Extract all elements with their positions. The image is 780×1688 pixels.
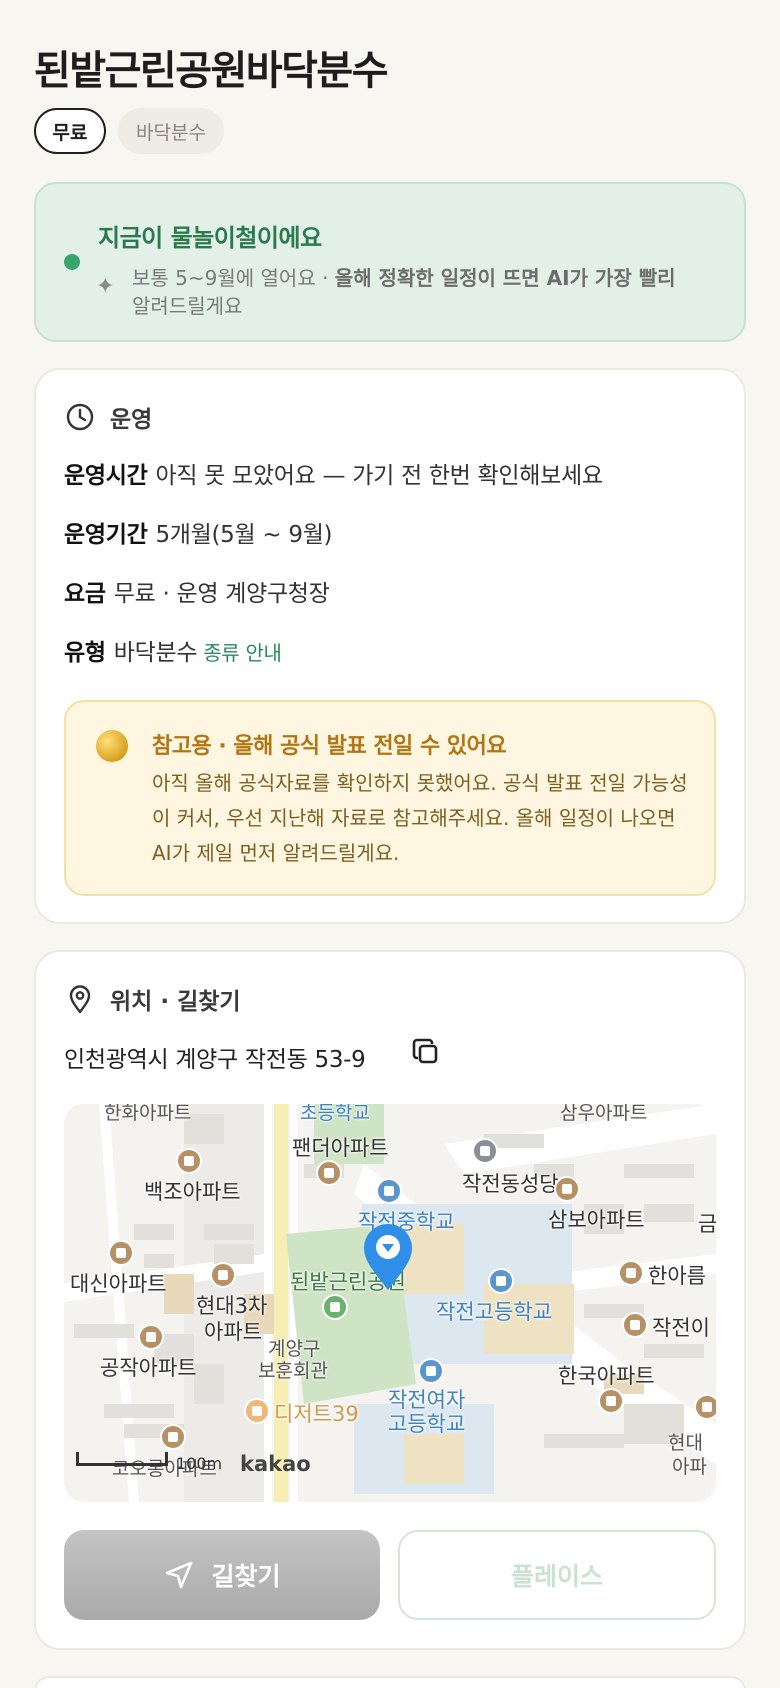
church-icon — [472, 1138, 498, 1164]
school-icon — [488, 1268, 514, 1294]
map-label-daesin: 대신아파트 — [70, 1272, 167, 1296]
place-button-label: 플레이스 — [510, 1562, 603, 1591]
navigation-arrow-icon — [166, 1561, 193, 1589]
place-button[interactable]: 플레이스 — [398, 1530, 716, 1620]
map-label-girls-hs-2: 고등학교 — [388, 1412, 466, 1436]
map-scale-bar — [76, 1452, 168, 1466]
next-section-card — [34, 1676, 746, 1688]
map-label-pandeo: 팬더아파트 — [292, 1136, 389, 1160]
location-map[interactable]: 한화아파트 초등학교 삼우아파트 팬더아파트 백조아파트 작전동성당 작전중학교… — [64, 1104, 716, 1502]
map-label-hyundai3b: 아파트 — [204, 1320, 262, 1344]
map-label-top-school: 초등학교 — [300, 1104, 370, 1124]
location-pin-icon — [69, 985, 91, 1014]
apartment-icon — [554, 1176, 580, 1202]
location-heading-label: 위치 · 길찾기 — [110, 989, 241, 1015]
status-dot-icon — [64, 254, 80, 270]
map-label-sambo: 삼보아파트 — [548, 1208, 645, 1232]
directions-button[interactable]: 길찾기 — [64, 1530, 380, 1620]
season-banner: 지금이 물놀이철이에요 ✦ 보통 5~9월에 열어요 · 올해 정확한 일정이 … — [34, 182, 746, 342]
season-subtext-tail: 알려드릴게요 — [132, 294, 243, 318]
type-row: 유형 바닥분수 종류 안내 — [64, 633, 282, 667]
season-headline: 지금이 물놀이철이에요 — [98, 224, 322, 252]
map-scale-label: 100m — [176, 1454, 223, 1473]
season-subtext-normal: 보통 5~9월에 열어요 · — [132, 266, 335, 290]
clock-icon — [66, 403, 94, 431]
season-subtext: 보통 5~9월에 열어요 · 올해 정확한 일정이 뜨면 AI가 가장 빨리 알… — [132, 264, 722, 320]
school-icon — [376, 1178, 402, 1204]
fee-row: 요금 무료 · 운영 계양구청장 — [64, 574, 330, 608]
fee-key: 요금 — [64, 581, 106, 607]
apartment-icon — [160, 1424, 186, 1450]
reference-notice: 참고용 · 올해 공식 발표 전일 수 있어요 아직 올해 공식자료를 확인하지… — [64, 700, 716, 896]
apartment-icon — [316, 1160, 342, 1186]
tree-icon — [322, 1294, 348, 1320]
apartment-icon — [598, 1388, 624, 1414]
type-guide-link[interactable]: 종류 안내 — [203, 641, 282, 665]
apartment-icon — [210, 1262, 236, 1288]
operation-heading: 운영 — [64, 400, 152, 434]
map-label-cafe: 디저트39 — [274, 1402, 359, 1426]
season-subtext-bold: 올해 정확한 일정이 뜨면 AI가 가장 빨리 — [334, 266, 676, 290]
location-card: 위치 · 길찾기 인천광역시 계양구 작전동 53-9 한화아파트 초등학교 삼… — [34, 950, 746, 1650]
type-chip[interactable]: 바닥분수 — [118, 108, 224, 154]
map-label-top-left: 한화아파트 — [104, 1104, 192, 1124]
map-label-hyundai-right-1: 현대 — [668, 1432, 703, 1454]
apartment-icon — [108, 1240, 134, 1266]
map-label-veterans-2: 보훈회관 — [258, 1360, 328, 1382]
hours-key: 운영시간 — [64, 463, 148, 489]
cafe-icon — [244, 1398, 270, 1424]
map-label-baekjo: 백조아파트 — [144, 1180, 241, 1204]
map-marker-icon[interactable] — [362, 1222, 414, 1292]
school-icon — [418, 1358, 444, 1384]
fee-value: 무료 · 운영 계양구청장 — [113, 581, 330, 607]
operation-card: 운영 운영시간 아직 못 모았어요 — 가기 전 한번 확인해보세요 운영기간 5개… — [34, 368, 746, 924]
notice-title: 참고용 · 올해 공식 발표 전일 수 있어요 — [152, 734, 507, 759]
map-label-hyundai-right-2: 아파 — [672, 1456, 707, 1478]
price-chip[interactable]: 무료 — [34, 108, 106, 154]
map-label-jakjeon-right: 작전이 — [652, 1316, 710, 1340]
map-label-hanareum: 한아름 — [648, 1264, 706, 1288]
type-value: 바닥분수 — [113, 640, 198, 666]
period-value: 5개월(5월 ~ 9월) — [155, 522, 333, 548]
notice-body: 아직 올해 공식자료를 확인하지 못했어요. 공식 발표 전일 가능성이 커서,… — [152, 771, 688, 865]
apartment-icon — [618, 1260, 644, 1286]
operation-heading-label: 운영 — [110, 407, 153, 433]
map-label-church: 작전동성당 — [462, 1172, 559, 1196]
apartment-icon — [138, 1324, 164, 1350]
map-label-geum: 금 — [698, 1212, 716, 1236]
map-label-top-right: 삼우아파트 — [560, 1104, 648, 1124]
page-title: 된밭근린공원바닥분수 — [34, 48, 389, 94]
map-label-high-school: 작전고등학교 — [436, 1300, 552, 1324]
address-text: 인천광역시 계양구 작전동 53-9 — [64, 1047, 366, 1073]
sparkle-icon: ✦ — [96, 274, 115, 299]
coin-icon — [96, 730, 128, 762]
directions-button-label: 길찾기 — [211, 1562, 281, 1591]
location-heading: 위치 · 길찾기 — [64, 982, 241, 1016]
copy-address-icon[interactable] — [410, 1036, 444, 1070]
type-key: 유형 — [64, 640, 106, 666]
apartment-icon — [622, 1312, 648, 1338]
apartment-icon — [694, 1394, 716, 1420]
map-label-gongjak: 공작아파트 — [100, 1356, 197, 1380]
kakao-logo: kakao — [240, 1452, 311, 1476]
map-label-hanguk: 한국아파트 — [558, 1364, 655, 1388]
apartment-icon — [176, 1148, 202, 1174]
hours-value: 아직 못 모았어요 — 가기 전 한번 확인해보세요 — [155, 463, 603, 489]
place-detail-page: 된밭근린공원바닥분수 무료 바닥분수 지금이 물놀이철이에요 ✦ 보통 5~9월… — [0, 0, 780, 1688]
period-key: 운영기간 — [64, 522, 148, 548]
hours-row: 운영시간 아직 못 모았어요 — 가기 전 한번 확인해보세요 — [64, 456, 603, 490]
period-row: 운영기간 5개월(5월 ~ 9월) — [64, 515, 333, 549]
